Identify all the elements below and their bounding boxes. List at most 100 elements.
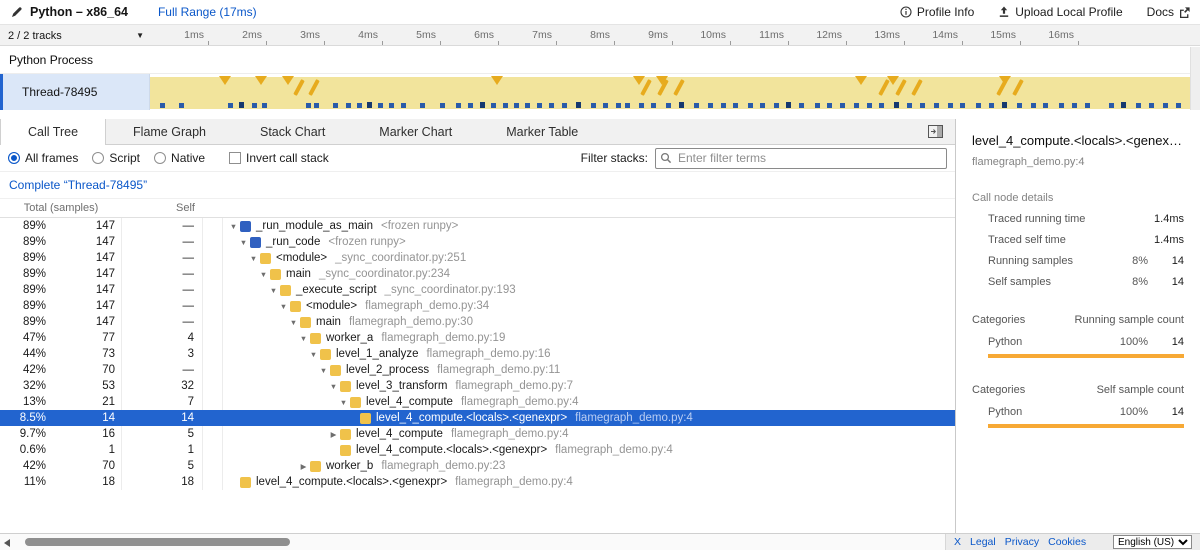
- ruler-tick-label: 8ms: [564, 29, 610, 41]
- table-row[interactable]: 89%147—▼_run_module_as_main<frozen runpy…: [0, 218, 955, 234]
- twisty-expanded-icon[interactable]: ▼: [337, 398, 350, 407]
- full-range-link[interactable]: Full Range (17ms): [158, 5, 257, 19]
- docs-link[interactable]: Docs: [1147, 5, 1190, 19]
- tracks-dropdown[interactable]: 2 / 2 tracks ▼: [8, 25, 144, 46]
- table-row[interactable]: 89%147—▼_execute_script_sync_coordinator…: [0, 282, 955, 298]
- tree-cell: ▼_run_code<frozen runpy>: [223, 236, 955, 248]
- twisty-expanded-icon[interactable]: ▼: [307, 350, 320, 359]
- scrollbar-thumb[interactable]: [25, 538, 290, 546]
- twisty-expanded-icon[interactable]: ▼: [237, 238, 250, 247]
- filter-stacks-group: Filter stacks:: [581, 148, 947, 169]
- ruler-tick-label: 5ms: [390, 29, 436, 41]
- category-icon: [240, 477, 251, 488]
- tab-marker-chart[interactable]: Marker Chart: [352, 119, 479, 144]
- total-percent: 11%: [0, 476, 50, 488]
- marker-slash-icon: [878, 79, 890, 96]
- table-row[interactable]: 89%147—▼mainflamegraph_demo.py:30: [0, 314, 955, 330]
- sample-tick: [960, 103, 965, 108]
- table-row[interactable]: 42%70—▼level_2_processflamegraph_demo.py…: [0, 362, 955, 378]
- invert-call-stack-checkbox[interactable]: [229, 152, 241, 164]
- table-row[interactable]: 0.6%11level_4_compute.<locals>.<genexpr>…: [0, 442, 955, 458]
- process-track-header[interactable]: Python Process: [0, 46, 1200, 74]
- horizontal-scrollbar[interactable]: [0, 534, 945, 550]
- category-name: Python: [988, 336, 1106, 348]
- table-row[interactable]: 44%733▼level_1_analyzeflamegraph_demo.py…: [0, 346, 955, 362]
- footer-link-x[interactable]: X: [954, 536, 961, 548]
- sample-tick: [733, 103, 738, 108]
- category-bar: [988, 354, 1184, 358]
- tree-cell: ▼_execute_script_sync_coordinator.py:193: [223, 284, 955, 296]
- breadcrumb-complete-thread[interactable]: Complete “Thread-78495”: [9, 178, 147, 192]
- footer-link-privacy[interactable]: Privacy: [1005, 536, 1039, 548]
- twisty-expanded-icon[interactable]: ▼: [297, 334, 310, 343]
- table-row[interactable]: 89%147—▼_run_code<frozen runpy>: [0, 234, 955, 250]
- breadcrumb: Complete “Thread-78495”: [0, 172, 955, 198]
- thread-track[interactable]: Thread-78495: [0, 74, 1200, 110]
- table-row[interactable]: 42%705▶worker_bflamegraph_demo.py:23: [0, 458, 955, 474]
- thread-activity-graph[interactable]: [150, 74, 1190, 110]
- sample-tick: [1149, 103, 1154, 108]
- tracks-vertical-scrollbar[interactable]: [1190, 47, 1200, 110]
- column-header-self[interactable]: Self: [122, 202, 203, 214]
- table-row[interactable]: 9.7%165▶level_4_computeflamegraph_demo.p…: [0, 426, 955, 442]
- table-row[interactable]: 89%147—▼<module>flamegraph_demo.py:34: [0, 298, 955, 314]
- row-gutter: [203, 394, 223, 410]
- tab-call-tree[interactable]: Call Tree: [0, 119, 106, 145]
- twisty-expanded-icon[interactable]: ▼: [277, 302, 290, 311]
- sidebar-toggle-button[interactable]: [928, 125, 943, 143]
- tab-marker-table[interactable]: Marker Table: [479, 119, 605, 144]
- sample-tick: [603, 103, 608, 108]
- category-row: Python 100% 14: [972, 336, 1184, 348]
- scroll-left-arrow-icon[interactable]: [4, 539, 10, 547]
- table-row[interactable]: 89%147—▼<module>_sync_coordinator.py:251: [0, 250, 955, 266]
- tab-stack-chart[interactable]: Stack Chart: [233, 119, 352, 144]
- self-samples: —: [122, 362, 203, 378]
- tab-flame-graph[interactable]: Flame Graph: [106, 119, 233, 144]
- radio-icon: [92, 152, 104, 164]
- radio-native[interactable]: Native: [154, 151, 205, 165]
- profile-info-button[interactable]: Profile Info: [900, 5, 974, 19]
- tree-cell: ▼level_4_computeflamegraph_demo.py:4: [223, 396, 955, 408]
- sample-tick: [160, 103, 165, 108]
- footer-link-cookies[interactable]: Cookies: [1048, 536, 1086, 548]
- file-location: <frozen runpy>: [328, 236, 405, 248]
- twisty-expanded-icon[interactable]: ▼: [287, 318, 300, 327]
- footer-link-legal[interactable]: Legal: [970, 536, 996, 548]
- twisty-expanded-icon[interactable]: ▼: [227, 222, 240, 231]
- detail-pct: 8%: [1106, 276, 1148, 288]
- twisty-expanded-icon[interactable]: ▼: [267, 286, 280, 295]
- filter-input[interactable]: [655, 148, 947, 169]
- twisty-expanded-icon[interactable]: ▼: [327, 382, 340, 391]
- tree-cell: ▼mainflamegraph_demo.py:30: [223, 316, 955, 328]
- language-select[interactable]: English (US): [1113, 535, 1192, 549]
- sample-tick: [346, 103, 351, 108]
- column-header-total[interactable]: Total (samples): [0, 202, 122, 214]
- detail-label: Traced self time: [988, 234, 1106, 246]
- table-row[interactable]: 11%1818level_4_compute.<locals>.<genexpr…: [0, 474, 955, 490]
- radio-script[interactable]: Script: [92, 151, 140, 165]
- self-samples: —: [122, 250, 203, 266]
- radio-all-frames[interactable]: All frames: [8, 151, 78, 165]
- sample-tick: [840, 103, 845, 108]
- twisty-expanded-icon[interactable]: ▼: [257, 270, 270, 279]
- total-samples: 147: [50, 298, 122, 314]
- ruler-tick-label: 3ms: [274, 29, 320, 41]
- table-row[interactable]: 8.5%1414level_4_compute.<locals>.<genexp…: [0, 410, 955, 426]
- twisty-expanded-icon[interactable]: ▼: [317, 366, 330, 375]
- table-row[interactable]: 47%774▼worker_aflamegraph_demo.py:19: [0, 330, 955, 346]
- total-percent: 42%: [0, 460, 50, 472]
- thread-track-label[interactable]: Thread-78495: [0, 74, 150, 110]
- twisty-expanded-icon[interactable]: ▼: [247, 254, 260, 263]
- table-row[interactable]: 32%5332▼level_3_transformflamegraph_demo…: [0, 378, 955, 394]
- table-row[interactable]: 13%217▼level_4_computeflamegraph_demo.py…: [0, 394, 955, 410]
- ruler-ticks: 1ms2ms3ms4ms5ms6ms7ms8ms9ms10ms11ms12ms1…: [150, 25, 1200, 45]
- category-bar: [988, 424, 1184, 428]
- row-gutter: [203, 346, 223, 362]
- table-row[interactable]: 89%147—▼main_sync_coordinator.py:234: [0, 266, 955, 282]
- function-name: worker_a: [326, 332, 373, 344]
- upload-profile-button[interactable]: Upload Local Profile: [998, 5, 1122, 19]
- marker-triangle-icon: [255, 76, 267, 85]
- twisty-collapsed-icon[interactable]: ▶: [297, 462, 310, 471]
- twisty-collapsed-icon[interactable]: ▶: [327, 430, 340, 439]
- category-row: Python 100% 14: [972, 406, 1184, 418]
